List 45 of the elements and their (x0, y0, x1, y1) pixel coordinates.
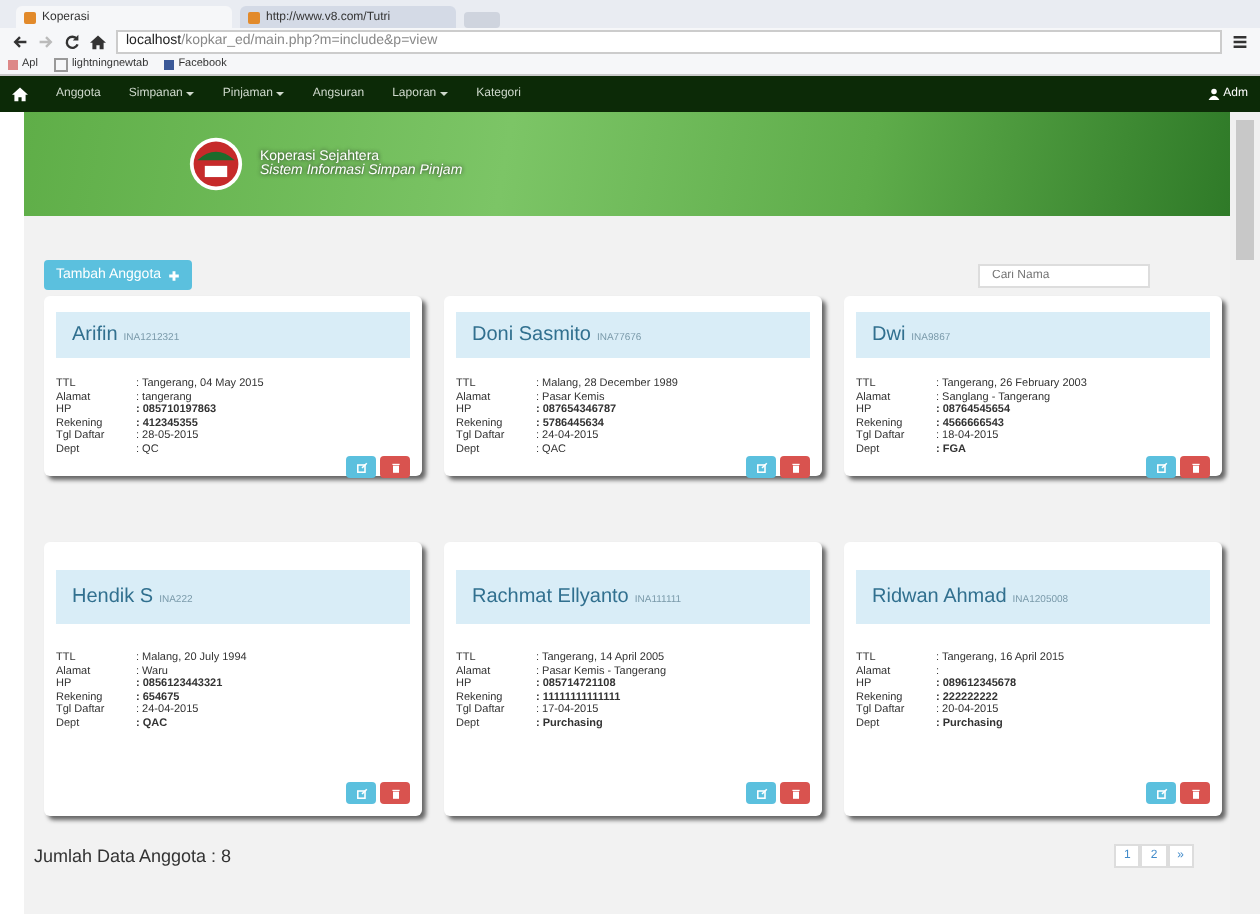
delete-button[interactable] (1180, 782, 1210, 804)
trash-icon (389, 461, 401, 473)
cooperative-logo-icon (188, 136, 244, 192)
edit-button[interactable] (746, 456, 776, 478)
edit-icon (355, 461, 367, 473)
scrollbar[interactable] (1230, 112, 1260, 914)
member-name: Hendik S (72, 586, 154, 608)
edit-icon (755, 461, 767, 473)
plus-icon (167, 269, 180, 281)
member-name: Arifin (72, 324, 118, 346)
home-icon[interactable] (90, 33, 106, 49)
edit-button[interactable] (346, 456, 376, 478)
member-name: Rachmat Ellyanto (472, 586, 629, 608)
delete-button[interactable] (380, 456, 410, 478)
edit-button[interactable] (1146, 782, 1176, 804)
edit-icon (1155, 787, 1167, 799)
trash-icon (1189, 787, 1201, 799)
trash-icon (389, 787, 401, 799)
user-icon (1207, 88, 1220, 100)
edit-button[interactable] (1146, 456, 1176, 478)
tab-favicon-icon (248, 11, 260, 23)
delete-button[interactable] (780, 782, 810, 804)
trash-icon (789, 461, 801, 473)
trash-icon (789, 787, 801, 799)
edit-icon (1155, 461, 1167, 473)
edit-button[interactable] (746, 782, 776, 804)
home-icon[interactable] (12, 86, 28, 102)
edit-icon (755, 787, 767, 799)
caret-icon (186, 92, 195, 96)
delete-button[interactable] (380, 782, 410, 804)
back-icon[interactable] (12, 33, 28, 49)
trash-icon (1189, 461, 1201, 473)
menu-icon[interactable] (1232, 33, 1248, 49)
delete-button[interactable] (780, 456, 810, 478)
delete-button[interactable] (1180, 456, 1210, 478)
member-name: Dwi (872, 324, 906, 346)
member-count: Jumlah Data Anggota : 8 (34, 846, 232, 866)
reload-icon[interactable] (64, 33, 80, 49)
edit-button[interactable] (346, 782, 376, 804)
caret-icon (276, 92, 285, 96)
member-name: Ridwan Ahmad (872, 586, 1007, 608)
edit-icon (355, 787, 367, 799)
caret-icon (440, 92, 449, 96)
member-name: Doni Sasmito (472, 324, 591, 346)
tab-favicon-icon (24, 11, 36, 23)
